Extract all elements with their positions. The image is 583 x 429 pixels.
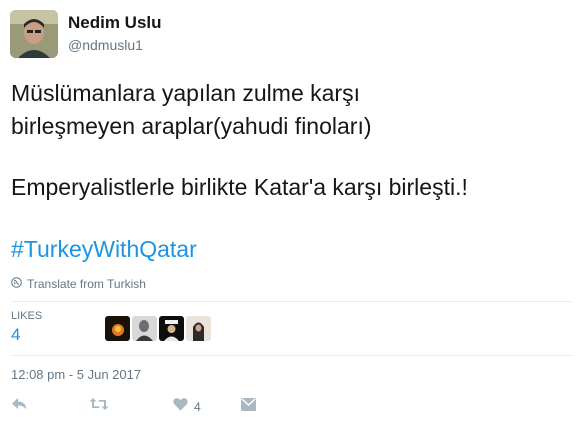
like-button[interactable]: 4 — [173, 397, 241, 416]
translate-link[interactable]: Translate from Turkish — [11, 277, 146, 291]
avatar[interactable] — [10, 10, 58, 58]
hashtag-link[interactable]: #TurkeyWithQatar — [11, 236, 197, 263]
tweet-text-line-3: Emperyalistlerle birlikte Katar'a karşı … — [11, 174, 468, 200]
tweet-actions: 4 — [11, 397, 256, 416]
tweet-timestamp[interactable]: 12:08 pm - 5 Jun 2017 — [11, 367, 141, 382]
direct-message-button[interactable] — [241, 397, 256, 416]
retweet-button[interactable] — [89, 397, 173, 416]
reply-button[interactable] — [11, 397, 89, 416]
liker-avatar[interactable] — [132, 316, 157, 341]
likes-count[interactable]: 4 — [11, 325, 20, 345]
user-name[interactable]: Nedim Uslu — [68, 13, 162, 33]
likes-label: LIKES — [11, 310, 43, 322]
tweet-text-line-2: birleşmeyen araplar(yahudi finoları) — [11, 113, 372, 139]
envelope-icon — [241, 397, 256, 416]
heart-icon — [173, 397, 188, 416]
liker-avatar[interactable] — [186, 316, 211, 341]
globe-icon — [11, 277, 22, 291]
reply-icon — [11, 397, 28, 416]
tweet-text-line-1: Müslümanlara yapılan zulme karşı — [11, 80, 360, 106]
profile-photo — [10, 10, 58, 58]
retweet-icon — [89, 397, 109, 416]
like-count: 4 — [194, 399, 201, 414]
likers-avatars — [105, 316, 211, 341]
divider — [11, 301, 572, 302]
liker-avatar[interactable] — [159, 316, 184, 341]
translate-label: Translate from Turkish — [27, 277, 146, 291]
divider — [11, 355, 572, 356]
user-handle[interactable]: @ndmuslu1 — [68, 37, 143, 53]
liker-avatar[interactable] — [105, 316, 130, 341]
